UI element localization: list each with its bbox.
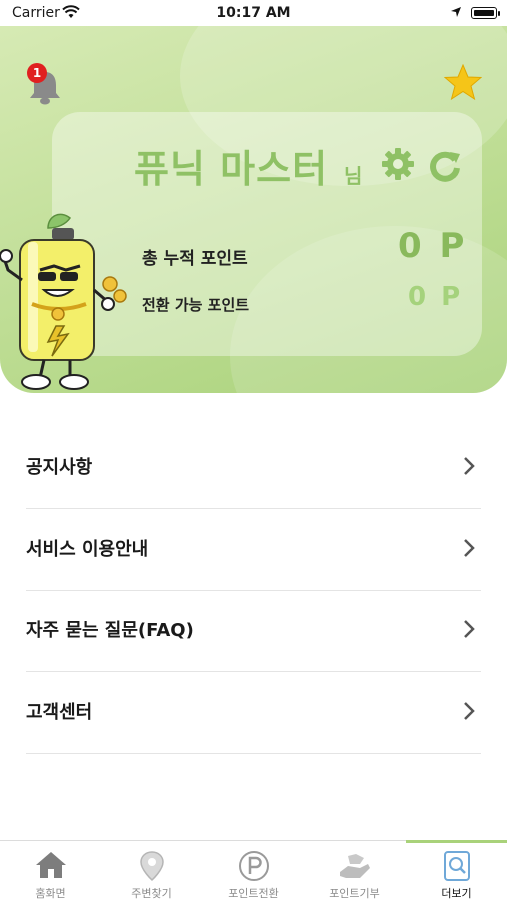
tab-more[interactable]: 더보기: [406, 840, 507, 901]
divider: [26, 753, 481, 754]
chevron-right-icon: [464, 620, 475, 638]
menu-item-label: 서비스 이용안내: [26, 539, 149, 560]
convertible-points-label: 전환 가능 포인트: [142, 296, 250, 314]
status-bar: Carrier 10:17 AM: [0, 0, 507, 26]
tab-point-conversion[interactable]: 포인트전환: [203, 841, 304, 901]
menu-item-label: 공지사항: [26, 457, 93, 478]
home-icon: [36, 852, 66, 878]
total-points-label: 총 누적 포인트: [142, 249, 248, 269]
location-arrow-icon: [451, 7, 461, 17]
tab-label: 더보기: [441, 887, 472, 900]
gear-icon[interactable]: [380, 146, 416, 182]
points-circle-icon: [239, 851, 269, 881]
chevron-right-icon: [464, 457, 475, 475]
menu-item-notice[interactable]: 공지사항: [0, 427, 507, 509]
tab-nearby[interactable]: 주변찾기: [101, 841, 202, 901]
tab-label: 포인트전환: [228, 887, 279, 900]
location-pin-icon: [140, 851, 164, 882]
refresh-icon[interactable]: [428, 148, 462, 182]
menu-item-service-guide[interactable]: 서비스 이용안내: [0, 509, 507, 591]
user-name: 퓨닉 마스터: [134, 147, 329, 191]
clock: 10:17 AM: [216, 5, 291, 21]
menu-item-faq[interactable]: 자주 묻는 질문(FAQ): [0, 590, 507, 672]
active-tab-indicator: [406, 840, 507, 843]
chevron-right-icon: [464, 539, 475, 557]
total-points-value: 0 P: [398, 226, 468, 266]
battery-mascot-illustration: [0, 213, 127, 390]
more-search-icon: [444, 851, 470, 881]
menu-item-label: 고객센터: [26, 702, 93, 723]
chevron-right-icon: [464, 702, 475, 720]
star-icon[interactable]: [444, 64, 482, 100]
tab-point-donation[interactable]: 포인트기부: [304, 841, 405, 901]
user-honorific: 님: [344, 164, 363, 188]
menu-item-customer-center[interactable]: 고객센터: [0, 672, 507, 754]
battery-tip: [498, 11, 500, 16]
tab-label: 홈화면: [35, 887, 66, 900]
tab-label: 주변찾기: [131, 887, 172, 900]
tab-home[interactable]: 홈화면: [0, 841, 101, 901]
tab-label: 포인트기부: [329, 887, 380, 900]
notification-badge: 1: [27, 63, 47, 83]
convertible-points-value: 0 P: [408, 282, 464, 312]
battery-icon: [471, 7, 497, 19]
bottom-tab-bar: 홈화면 주변찾기 포인트전환 포인트기부 더보기: [0, 840, 507, 901]
menu-item-label: 자주 묻는 질문(FAQ): [26, 620, 194, 641]
profile-header: 1 퓨닉 마스터 님 총 누적 포인트 0 P 전환 가능 포인트 0 P: [0, 26, 507, 393]
donate-hand-icon: [340, 854, 370, 878]
